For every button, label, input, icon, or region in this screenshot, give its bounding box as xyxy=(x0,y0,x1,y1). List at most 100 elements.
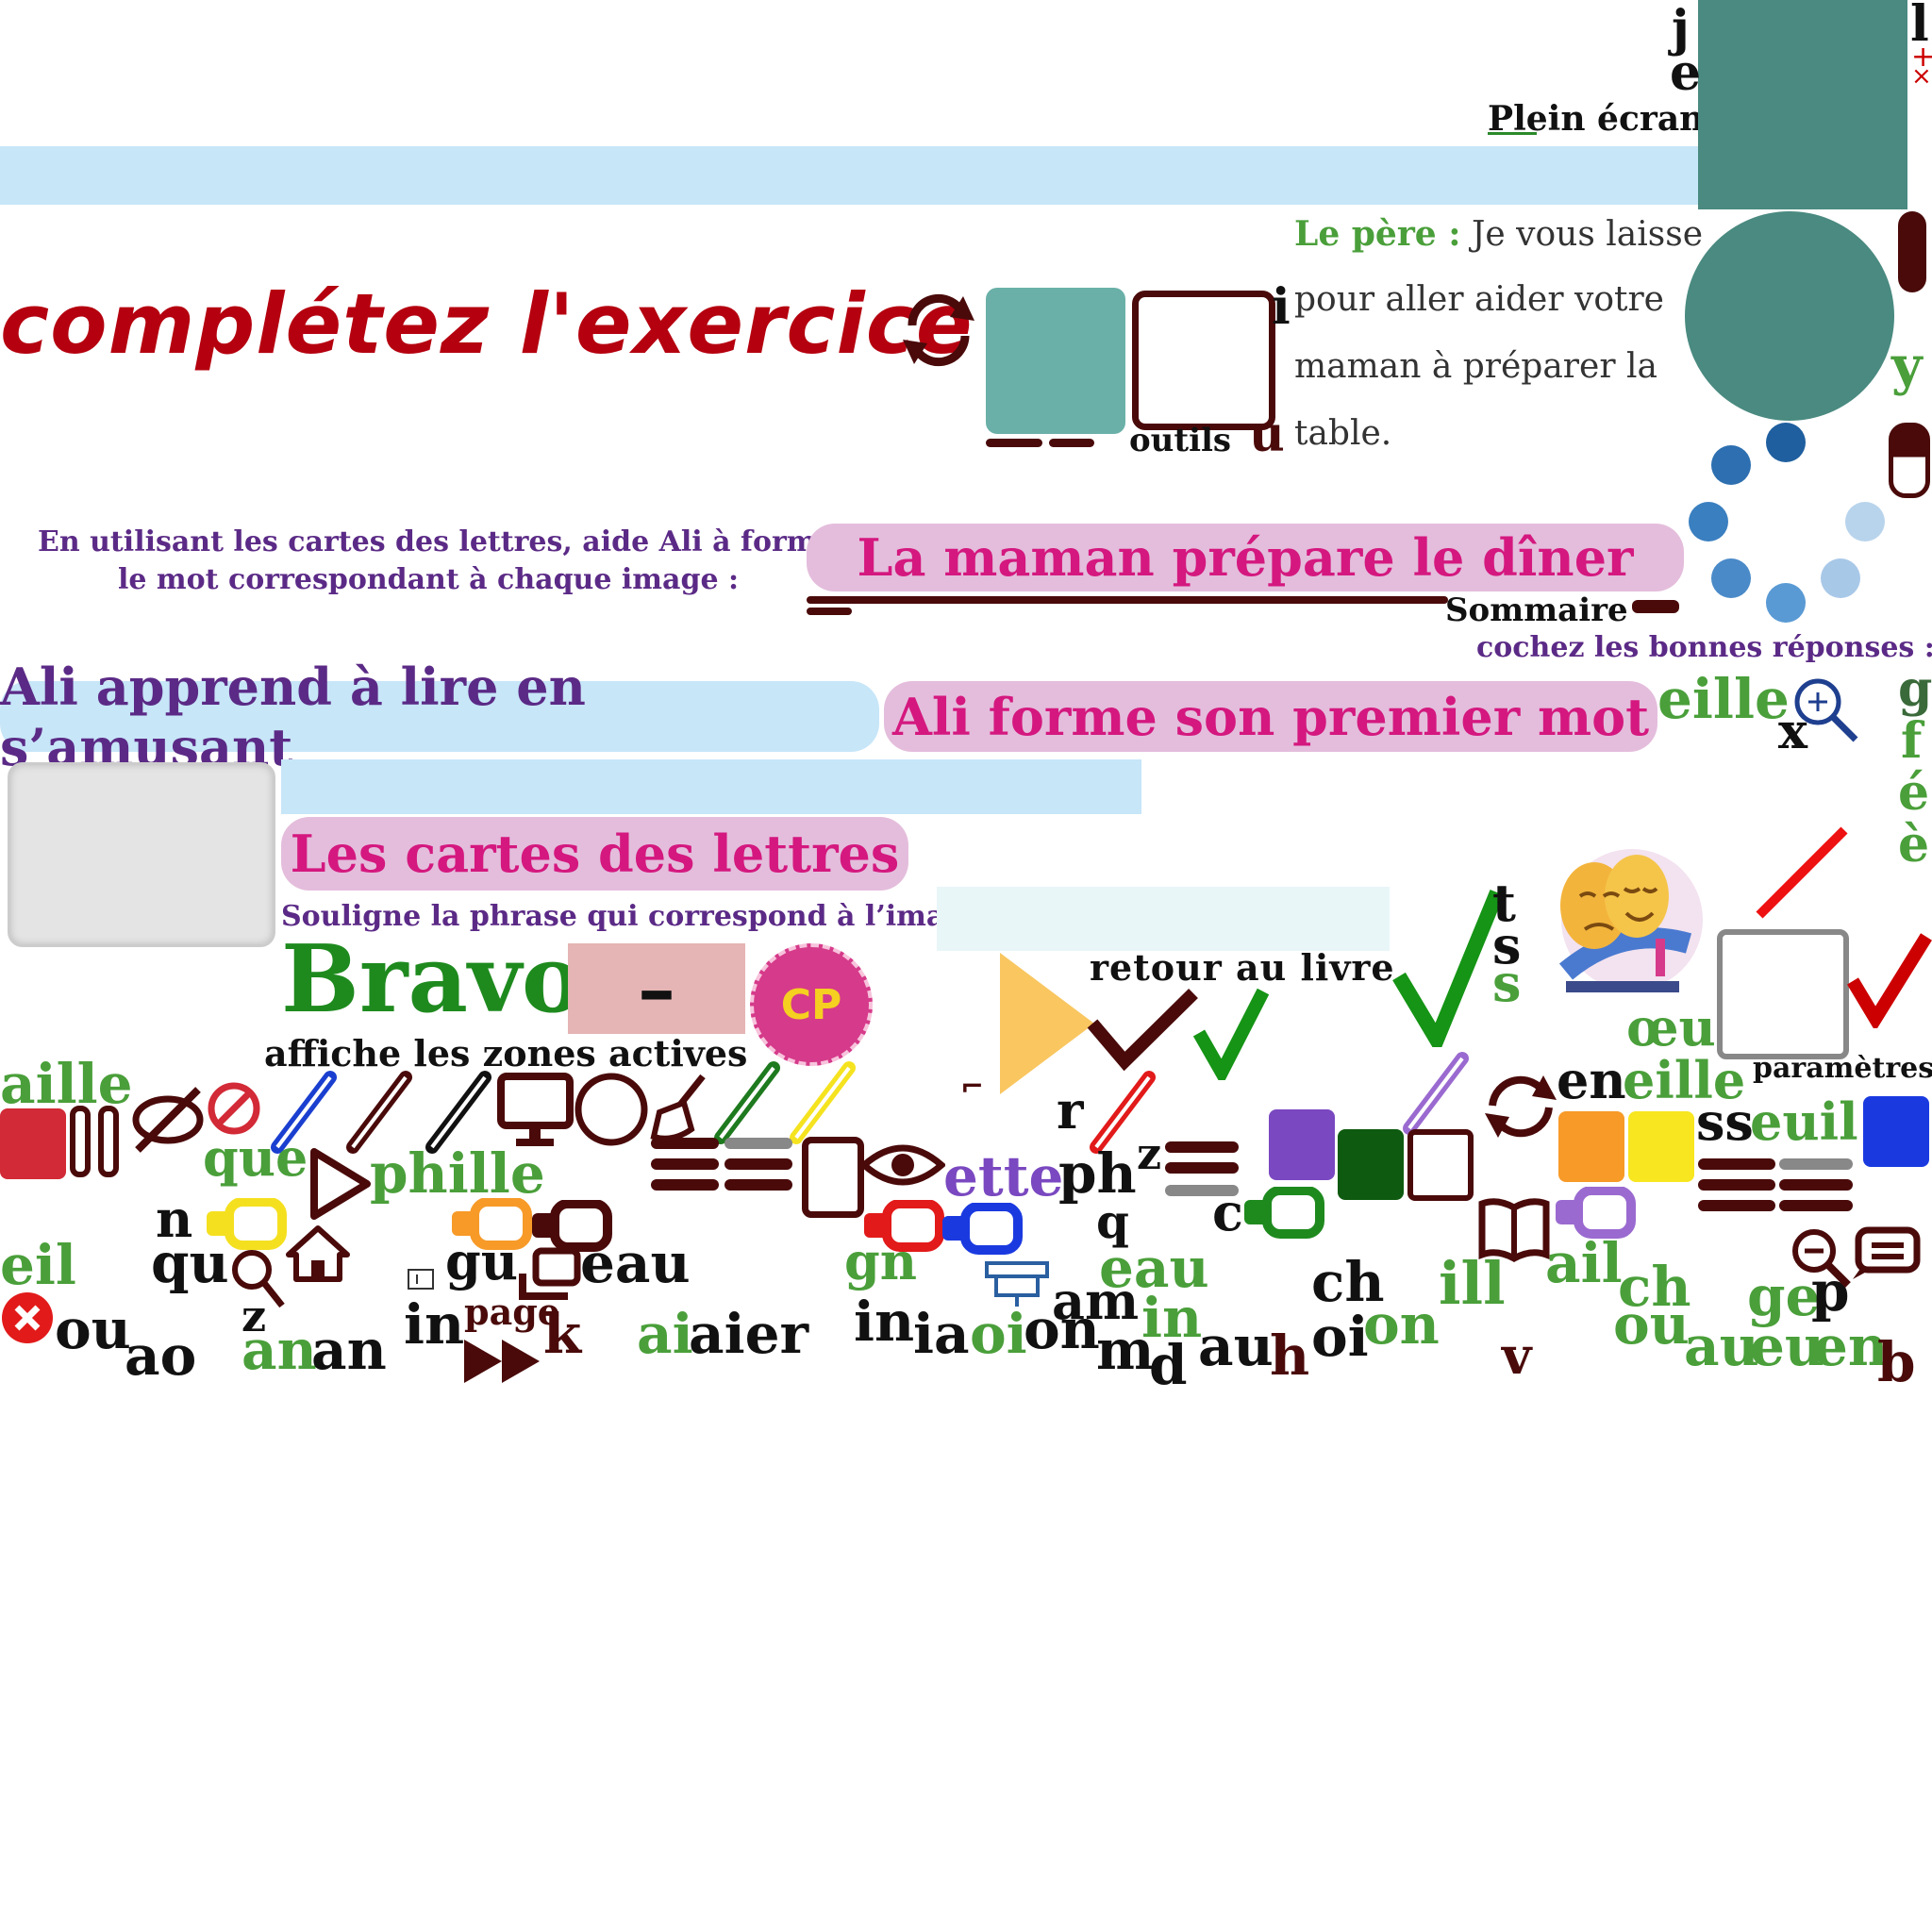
home-icon[interactable] xyxy=(285,1224,351,1283)
letter-gu[interactable]: gu xyxy=(445,1236,518,1287)
refresh-small-icon[interactable] xyxy=(1481,1066,1561,1146)
tools-teal-square[interactable] xyxy=(986,288,1125,434)
eye-slash-icon[interactable] xyxy=(130,1080,206,1156)
parametres-checkbox[interactable] xyxy=(1717,929,1849,1059)
section-ali-lire[interactable]: Ali apprend à lire en s’amusant xyxy=(0,657,879,777)
letter-s-2[interactable]: s xyxy=(1492,958,1521,1008)
letter-in-2[interactable]: in xyxy=(854,1294,914,1349)
menu-icon-1[interactable] xyxy=(651,1138,719,1194)
letter-eau-1[interactable]: eau xyxy=(580,1236,691,1291)
menu-icon-5[interactable] xyxy=(1779,1158,1853,1215)
menu-icon-2[interactable] xyxy=(724,1138,792,1194)
letter-on-2[interactable]: on xyxy=(1363,1297,1440,1352)
letter-ill[interactable]: ill xyxy=(1439,1255,1506,1313)
red-square-button[interactable] xyxy=(0,1108,66,1179)
circle-icon[interactable] xyxy=(573,1071,650,1148)
cursor-box-icon[interactable] xyxy=(408,1269,434,1290)
letter-aier[interactable]: aier xyxy=(689,1307,808,1361)
play-large-icon[interactable] xyxy=(995,948,1099,1099)
magnet-blue-icon[interactable] xyxy=(939,1203,1024,1255)
letter-h[interactable]: h xyxy=(1270,1328,1309,1383)
letter-au[interactable]: au xyxy=(1198,1319,1274,1374)
image-placeholder[interactable] xyxy=(8,762,275,947)
letter-ai[interactable]: ai xyxy=(637,1307,693,1361)
letter-i[interactable]: i xyxy=(1272,283,1291,332)
letter-in-1[interactable]: in xyxy=(404,1297,464,1352)
monitor-icon[interactable] xyxy=(495,1071,575,1151)
dark-green-square[interactable] xyxy=(1338,1129,1404,1200)
pause-icon[interactable] xyxy=(68,1106,125,1181)
check-dark-icon[interactable] xyxy=(1085,986,1198,1071)
letter-d[interactable]: d xyxy=(1149,1338,1188,1392)
letter-v[interactable]: v xyxy=(1502,1330,1531,1381)
blue-square[interactable] xyxy=(1863,1096,1929,1167)
parametres-label[interactable]: paramètres xyxy=(1753,1055,1932,1083)
pencil-purple-icon[interactable] xyxy=(1398,1047,1474,1137)
scroll-pill[interactable] xyxy=(1898,211,1926,292)
letter-ia[interactable]: ia xyxy=(913,1307,970,1361)
refresh-icon[interactable] xyxy=(901,283,976,377)
letter-oeu[interactable]: œu xyxy=(1626,1002,1716,1053)
letter-oi-1[interactable]: oi xyxy=(970,1307,1027,1361)
eye-icon[interactable] xyxy=(860,1137,945,1193)
letter-an-1[interactable]: an xyxy=(242,1323,317,1377)
letter-ail[interactable]: ail xyxy=(1545,1236,1623,1291)
magnet-green-icon[interactable] xyxy=(1241,1187,1325,1239)
red-slash-icon[interactable] xyxy=(1750,821,1854,924)
letter-en-black[interactable]: en xyxy=(1557,1055,1626,1106)
letter-oi-2[interactable]: oi xyxy=(1311,1309,1369,1364)
sommaire-link[interactable]: Sommaire xyxy=(1445,594,1628,626)
letter-ou[interactable]: ou xyxy=(55,1302,131,1357)
letter-e-acute[interactable]: é xyxy=(1898,769,1929,818)
letter-e-grave[interactable]: è xyxy=(1898,821,1929,870)
letter-phille[interactable]: phille xyxy=(370,1146,545,1201)
pencil-green-icon[interactable] xyxy=(709,1057,785,1146)
magnet-yellow-icon[interactable] xyxy=(203,1198,288,1250)
check-green-large-icon[interactable] xyxy=(1391,887,1505,1047)
broom-icon[interactable] xyxy=(646,1071,712,1146)
check-red-icon[interactable] xyxy=(1847,929,1932,1028)
yellow-square[interactable] xyxy=(1628,1111,1694,1182)
section-cartes[interactable]: Les cartes des lettres xyxy=(281,817,908,891)
section-ali-mot[interactable]: Ali forme son premier mot xyxy=(884,681,1657,752)
letter-au-2[interactable]: au xyxy=(1684,1319,1759,1374)
orange-square[interactable] xyxy=(1558,1111,1624,1182)
letter-ss[interactable]: ss xyxy=(1696,1096,1754,1147)
letter-que[interactable]: que xyxy=(203,1132,308,1183)
zoom-out-icon[interactable] xyxy=(1788,1224,1854,1291)
letter-e[interactable]: e xyxy=(1670,49,1701,98)
play-outline-icon[interactable] xyxy=(307,1146,373,1222)
letter-eil[interactable]: eil xyxy=(0,1238,76,1292)
tablet-icon[interactable] xyxy=(802,1137,864,1218)
menu-icon-4[interactable] xyxy=(1698,1158,1775,1215)
letter-f[interactable]: f xyxy=(1901,717,1922,766)
empty-square[interactable] xyxy=(1407,1129,1474,1201)
pencil-yellow-icon[interactable] xyxy=(785,1057,860,1146)
letter-y[interactable]: y xyxy=(1891,340,1923,392)
letter-r[interactable]: r xyxy=(1057,1085,1083,1136)
letter-k[interactable]: k xyxy=(543,1307,581,1361)
toggle-icon[interactable] xyxy=(1889,423,1930,498)
tools-label[interactable]: outils xyxy=(1129,425,1231,457)
book-icon[interactable] xyxy=(1476,1196,1552,1262)
letter-u[interactable]: u xyxy=(1249,410,1285,459)
section-maman[interactable]: La maman prépare le dîner xyxy=(807,524,1684,591)
letter-g[interactable]: g xyxy=(1898,665,1932,714)
letter-ao[interactable]: ao xyxy=(125,1328,196,1383)
letter-eille[interactable]: eille xyxy=(1657,672,1790,726)
close-small-icon[interactable]: × xyxy=(1911,64,1932,89)
letter-euil[interactable]: euil xyxy=(1750,1096,1858,1147)
answer-box[interactable] xyxy=(937,887,1390,951)
letter-x[interactable]: x xyxy=(1778,708,1807,757)
fast-forward-icon[interactable] xyxy=(462,1338,542,1385)
comment-icon[interactable] xyxy=(1849,1224,1924,1281)
letter-z-2[interactable]: z xyxy=(1137,1132,1161,1175)
letter-ou-2[interactable]: ou xyxy=(1613,1297,1690,1352)
check-green-small-icon[interactable] xyxy=(1193,986,1269,1080)
purple-square[interactable] xyxy=(1269,1109,1335,1180)
letter-m[interactable]: m xyxy=(1096,1323,1154,1377)
letter-ette[interactable]: ette xyxy=(943,1149,1063,1204)
letter-aille[interactable]: aille xyxy=(0,1057,133,1111)
letter-an-2[interactable]: an xyxy=(311,1323,387,1377)
letter-b[interactable]: b xyxy=(1877,1335,1916,1390)
